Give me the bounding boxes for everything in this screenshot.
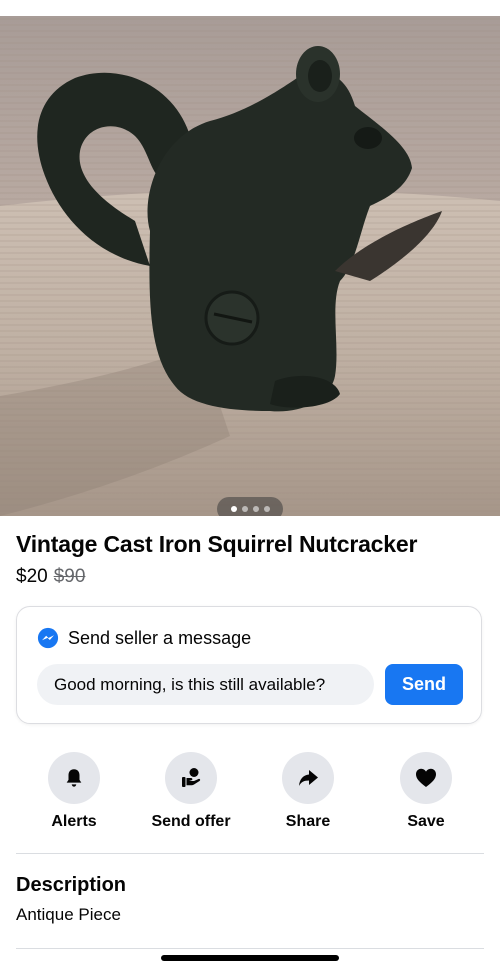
message-seller-card: Send seller a message Good morning, is t…	[16, 606, 482, 724]
alerts-button[interactable]: Alerts	[19, 752, 129, 831]
message-card-title: Send seller a message	[68, 627, 252, 648]
message-card-header: Send seller a message	[37, 627, 251, 649]
listing-title: Vintage Cast Iron Squirrel Nutcracker	[16, 531, 418, 557]
share-icon-circle[interactable]	[282, 752, 334, 804]
photo-pager[interactable]	[217, 497, 283, 516]
share-arrow-icon	[299, 770, 318, 786]
save-icon-circle[interactable]	[400, 752, 452, 804]
save-button[interactable]: Save	[371, 752, 481, 831]
original-price: $90	[53, 566, 86, 587]
divider	[16, 853, 484, 854]
share-button[interactable]: Share	[253, 752, 363, 831]
home-indicator[interactable]	[161, 955, 339, 961]
send-offer-label: Send offer	[151, 813, 231, 830]
offer-hand-icon	[182, 768, 201, 787]
pager-dot	[241, 506, 248, 512]
alerts-label: Alerts	[51, 813, 97, 830]
send-button[interactable]: Send	[385, 664, 463, 705]
save-label: Save	[407, 813, 445, 830]
product-photo[interactable]	[0, 16, 500, 516]
pager-dot	[263, 506, 270, 512]
price-row: $20 $90	[16, 566, 85, 588]
message-input[interactable]: Good morning, is this still available?	[37, 664, 374, 705]
heart-icon	[416, 768, 436, 787]
divider	[16, 948, 484, 949]
status-bar	[0, 0, 500, 16]
squirrel-nutcracker-image	[0, 16, 500, 516]
alerts-icon-circle[interactable]	[48, 752, 100, 804]
send-offer-icon-circle[interactable]	[165, 752, 217, 804]
send-offer-button[interactable]: Send offer	[136, 752, 246, 831]
current-price: $20	[16, 566, 48, 587]
pager-dot-active	[230, 506, 237, 512]
messenger-icon	[37, 627, 59, 649]
bell-icon	[66, 769, 82, 787]
description-heading: Description	[16, 874, 127, 896]
description-text: Antique Piece	[16, 905, 121, 924]
share-label: Share	[285, 813, 331, 830]
pager-dot	[252, 506, 259, 512]
